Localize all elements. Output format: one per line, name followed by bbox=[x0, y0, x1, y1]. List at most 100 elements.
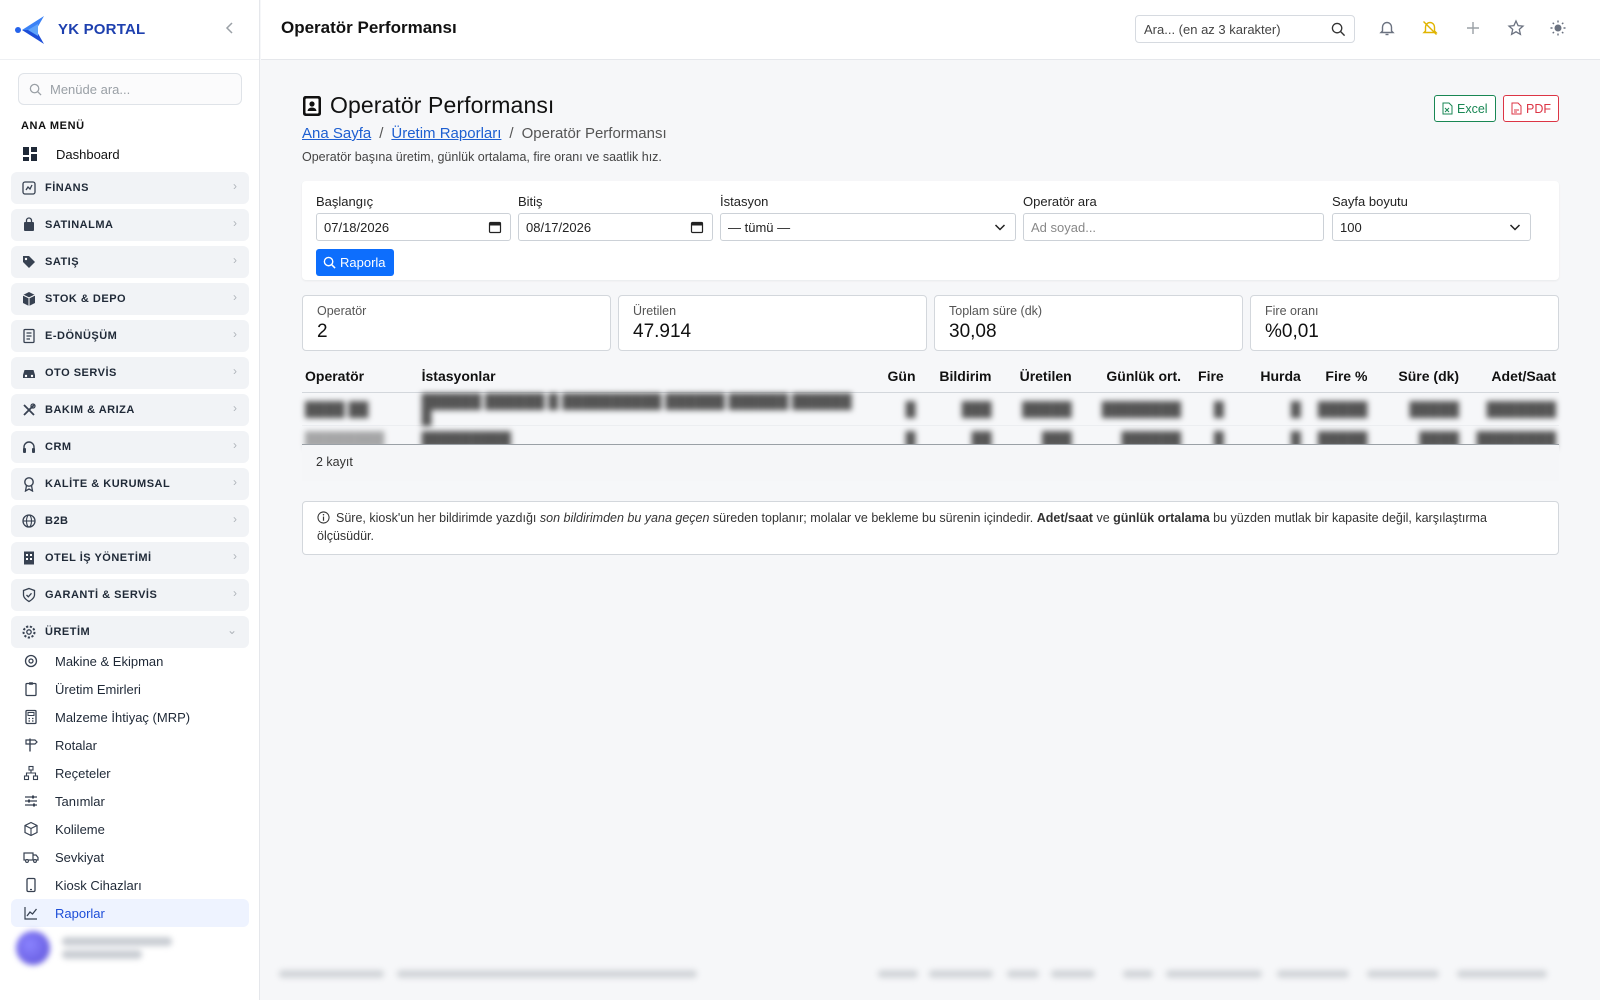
bell-icon[interactable] bbox=[1378, 19, 1396, 37]
menu-search-input[interactable] bbox=[50, 81, 230, 97]
page-header: Operatör Performansı bbox=[302, 92, 554, 119]
page-subtitle: Operatör başına üretim, günlük ortalama,… bbox=[302, 150, 662, 164]
column-header[interactable]: Süre (dk) bbox=[1370, 360, 1463, 393]
sidebar-item-kolileme[interactable]: Kolileme bbox=[11, 815, 249, 843]
sidebar-group-kalite-kurumsal[interactable]: KALİTE & KURUMSAL › bbox=[11, 468, 249, 500]
column-header[interactable]: Adet/Saat bbox=[1462, 360, 1559, 393]
chevron-right-icon: › bbox=[233, 216, 237, 230]
column-header[interactable]: Gün bbox=[856, 360, 919, 393]
calculator-icon bbox=[25, 709, 37, 725]
sidebar-group-satinalma[interactable]: SATINALMA › bbox=[11, 209, 249, 241]
pdf-export-button[interactable]: PDF bbox=[1503, 95, 1559, 122]
sidebar-group-label: SATIŞ bbox=[45, 256, 80, 268]
chevron-left-icon bbox=[225, 22, 233, 34]
excel-export-button[interactable]: Excel bbox=[1434, 95, 1496, 122]
plus-icon[interactable] bbox=[1464, 19, 1482, 37]
sidebar-group-finans[interactable]: FİNANS › bbox=[11, 172, 249, 204]
column-header[interactable]: Üretilen bbox=[994, 360, 1075, 393]
collapse-sidebar-button[interactable] bbox=[220, 18, 240, 40]
column-header[interactable]: Operatör bbox=[302, 360, 419, 393]
stat-label: Operatör bbox=[317, 304, 367, 318]
start-date-input[interactable]: 07/18/2026 bbox=[316, 213, 511, 241]
shield-icon bbox=[22, 587, 36, 603]
sidebar-item-rotalar[interactable]: Rotalar bbox=[11, 731, 249, 759]
calendar-icon[interactable] bbox=[690, 220, 704, 234]
stat-label: Fire oranı bbox=[1265, 304, 1319, 318]
breadcrumb-separator: / bbox=[379, 125, 384, 142]
sidebar-item-uretim-emirleri[interactable]: Üretim Emirleri bbox=[11, 675, 249, 703]
sidebar-item-dashboard[interactable]: Dashboard bbox=[12, 140, 248, 168]
sidebar-group-bakim-ariza[interactable]: BAKIM & ARIZA › bbox=[11, 394, 249, 426]
search-icon[interactable] bbox=[1331, 22, 1346, 37]
chevron-right-icon: › bbox=[233, 179, 237, 193]
sun-icon[interactable] bbox=[1549, 19, 1567, 37]
operator-table-container: Operatör İstasyonlar Gün Bildirim Üretil… bbox=[302, 360, 1559, 454]
sidebar-item-sevkiyat[interactable]: Sevkiyat bbox=[11, 843, 249, 871]
tools-icon bbox=[23, 403, 36, 416]
avatar bbox=[16, 931, 50, 965]
page-footer bbox=[261, 958, 1600, 988]
page-size-value: 100 bbox=[1340, 219, 1362, 235]
station-select[interactable]: — tümü — bbox=[720, 213, 1016, 241]
stat-value: 2 bbox=[317, 321, 328, 342]
chevron-down-icon: ⌄ bbox=[226, 623, 237, 637]
end-date-label: Bitiş bbox=[518, 194, 543, 209]
sidebar-item-mrp[interactable]: Malzeme İhtiyaç (MRP) bbox=[11, 703, 249, 731]
column-header[interactable]: Hurda bbox=[1226, 360, 1304, 393]
note-text: süreden toplanır; molalar ve bekleme bu … bbox=[709, 511, 1037, 525]
sidebar-group-b2b[interactable]: B2B › bbox=[11, 505, 249, 537]
sidebar-item-tanimlar[interactable]: Tanımlar bbox=[11, 787, 249, 815]
car-icon bbox=[23, 370, 35, 378]
table-row[interactable]: ████ ██ ██████ ██████ █ ██████████ █████… bbox=[302, 392, 1559, 426]
global-search-input[interactable] bbox=[1144, 21, 1324, 37]
breadcrumb: Ana Sayfa / Üretim Raporları / Operatör … bbox=[302, 125, 667, 142]
column-header[interactable]: Bildirim bbox=[918, 360, 995, 393]
calendar-icon[interactable] bbox=[488, 220, 502, 234]
chart-line-icon bbox=[24, 907, 38, 920]
note-emphasis: son bildirimden bu yana geçen bbox=[539, 511, 710, 525]
sidebar-group-uretim[interactable]: ÜRETİM ⌄ bbox=[11, 616, 249, 648]
chevron-right-icon: › bbox=[233, 364, 237, 378]
operator-search-input[interactable]: Ad soyad... bbox=[1023, 213, 1324, 241]
star-icon[interactable] bbox=[1507, 19, 1525, 37]
box-icon bbox=[22, 292, 36, 306]
end-date-input[interactable]: 08/17/2026 bbox=[518, 213, 713, 241]
sidebar-group-e-donusum[interactable]: E-DÖNÜŞÜM › bbox=[11, 320, 249, 352]
globe-icon bbox=[22, 514, 36, 528]
operator-search-placeholder: Ad soyad... bbox=[1031, 219, 1097, 235]
stat-card-operators: Operatör 2 bbox=[302, 295, 611, 351]
sidebar-item-label: Kolileme bbox=[55, 821, 105, 837]
sidebar-item-kiosk[interactable]: Kiosk Cihazları bbox=[11, 871, 249, 899]
chevron-right-icon: › bbox=[233, 549, 237, 563]
column-header[interactable]: Fire % bbox=[1303, 360, 1371, 393]
sidebar-item-label: Reçeteler bbox=[55, 765, 111, 781]
bell-off-icon[interactable] bbox=[1421, 19, 1439, 37]
breadcrumb-parent-link[interactable]: Üretim Raporları bbox=[391, 125, 501, 142]
column-header[interactable]: İstasyonlar bbox=[418, 360, 857, 393]
info-icon bbox=[317, 511, 330, 524]
breadcrumb-home-link[interactable]: Ana Sayfa bbox=[302, 125, 371, 142]
column-header[interactable]: Günlük ort. bbox=[1074, 360, 1185, 393]
user-profile[interactable] bbox=[16, 928, 248, 968]
page-size-select[interactable]: 100 bbox=[1332, 213, 1531, 241]
award-icon bbox=[24, 477, 34, 492]
station-label: İstasyon bbox=[720, 194, 769, 209]
column-header[interactable]: Fire bbox=[1184, 360, 1227, 393]
sidebar-group-oto-servis[interactable]: OTO SERVİS › bbox=[11, 357, 249, 389]
sidebar-group-label: E-DÖNÜŞÜM bbox=[45, 330, 118, 342]
chevron-right-icon: › bbox=[233, 401, 237, 415]
finance-icon bbox=[22, 181, 36, 195]
sidebar-item-receteler[interactable]: Reçeteler bbox=[11, 759, 249, 787]
tablet-icon bbox=[26, 877, 36, 893]
sidebar-group-crm[interactable]: CRM › bbox=[11, 431, 249, 463]
sidebar-group-satis[interactable]: SATIŞ › bbox=[11, 246, 249, 278]
sidebar-group-stok-depo[interactable]: STOK & DEPO › bbox=[11, 283, 249, 315]
report-button[interactable]: Raporla bbox=[316, 249, 394, 276]
sidebar-item-raporlar[interactable]: Raporlar bbox=[11, 899, 249, 927]
menu-search[interactable] bbox=[18, 73, 242, 105]
stat-value: 30,08 bbox=[949, 321, 997, 342]
sidebar-item-makine-ekipman[interactable]: Makine & Ekipman bbox=[11, 647, 249, 675]
sidebar-group-garanti-servis[interactable]: GARANTİ & SERVİS › bbox=[11, 579, 249, 611]
global-search[interactable] bbox=[1135, 15, 1355, 43]
sidebar-group-otel[interactable]: OTEL İŞ YÖNETİMİ › bbox=[11, 542, 249, 574]
